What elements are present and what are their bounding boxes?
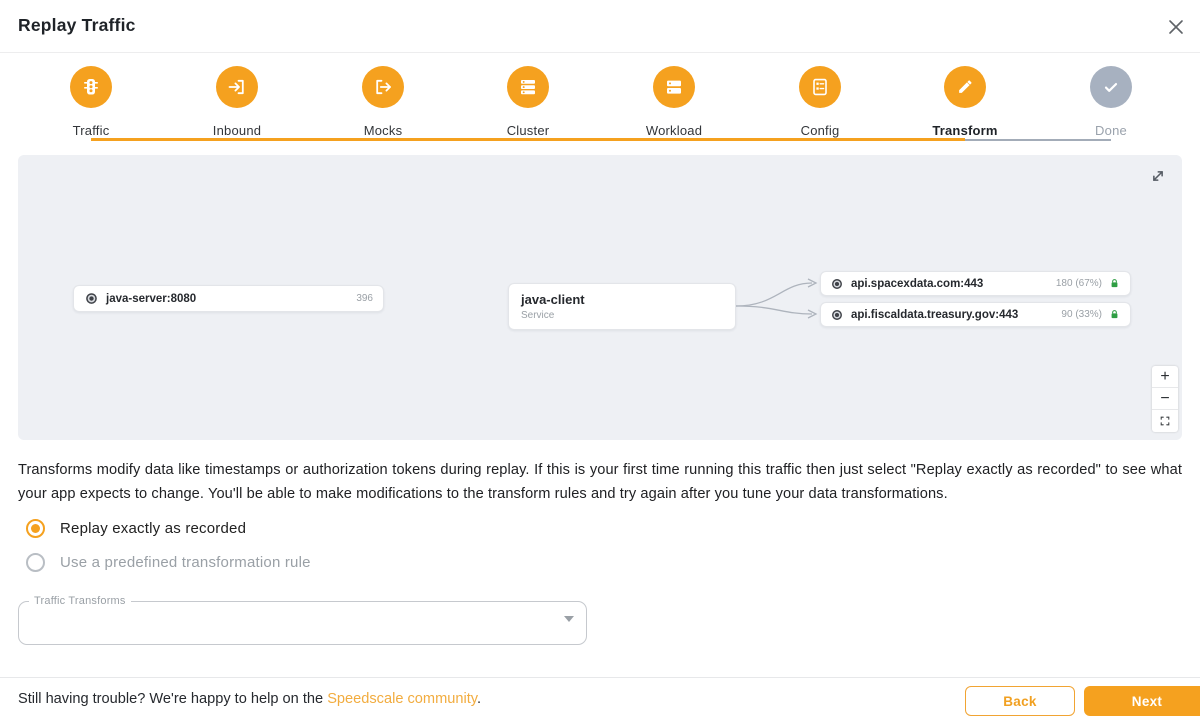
service-globe-icon <box>830 277 844 291</box>
step-label: Mocks <box>333 123 433 138</box>
lock-icon <box>1108 308 1121 321</box>
node-count: 396 <box>356 293 373 304</box>
step-workload[interactable]: Workload <box>624 66 724 138</box>
node-java-server[interactable]: java-server:8080 396 <box>73 285 384 312</box>
step-label: Traffic <box>41 123 141 138</box>
dialog-header: Replay Traffic <box>0 0 1200 53</box>
stepper-track-pending <box>965 139 1111 141</box>
step-cluster[interactable]: Cluster <box>478 66 578 138</box>
service-globe-icon <box>830 308 844 322</box>
help-text-prefix: Still having trouble? We're happy to hel… <box>18 691 327 707</box>
node-label: api.spacexdata.com:443 <box>851 278 983 290</box>
node-endpoint[interactable]: api.fiscaldata.treasury.gov:443 90 (33%) <box>820 302 1131 327</box>
step-transform[interactable]: Transform <box>915 66 1015 138</box>
sign-in-icon[interactable] <box>216 66 258 108</box>
step-label: Done <box>1061 123 1161 138</box>
step-done[interactable]: Done <box>1061 66 1161 138</box>
node-endpoint[interactable]: api.spacexdata.com:443 180 (67%) <box>820 271 1131 296</box>
stepper-track-completed <box>91 138 965 141</box>
server-stack-icon[interactable] <box>507 66 549 108</box>
service-globe-icon <box>84 291 99 306</box>
step-config[interactable]: Config <box>770 66 870 138</box>
option-label: Replay exactly as recorded <box>60 520 246 537</box>
traffic-diagram-panel[interactable]: java-server:8080 396 java-client Service… <box>18 155 1182 440</box>
node-label: java-server:8080 <box>106 293 196 305</box>
radio-selected[interactable] <box>26 519 45 538</box>
option-predefined-rule[interactable]: Use a predefined transformation rule <box>26 553 311 572</box>
step-label: Config <box>770 123 870 138</box>
node-count: 90 (33%) <box>1061 309 1102 320</box>
pencil-icon[interactable] <box>944 66 986 108</box>
storage-icon[interactable] <box>653 66 695 108</box>
step-label: Transform <box>915 123 1015 138</box>
checklist-icon[interactable] <box>799 66 841 108</box>
traffic-light-icon[interactable] <box>70 66 112 108</box>
chevron-down-icon <box>564 616 574 622</box>
back-button[interactable]: Back <box>965 686 1075 716</box>
node-title: java-client <box>521 292 585 307</box>
step-label: Workload <box>624 123 724 138</box>
traffic-transforms-select[interactable]: Traffic Transforms <box>18 601 587 645</box>
page-title: Replay Traffic <box>18 15 136 36</box>
check-icon[interactable] <box>1090 66 1132 108</box>
step-mocks[interactable]: Mocks <box>333 66 433 138</box>
step-inbound[interactable]: Inbound <box>187 66 287 138</box>
replay-traffic-dialog: Replay Traffic Traffic <box>0 0 1200 721</box>
transform-description: Transforms modify data like timestamps o… <box>18 459 1182 506</box>
step-traffic[interactable]: Traffic <box>41 66 141 138</box>
zoom-in-button[interactable]: + <box>1152 366 1178 388</box>
option-label: Use a predefined transformation rule <box>60 554 311 571</box>
diagram-zoom-controls: + − <box>1152 366 1178 432</box>
option-replay-exactly[interactable]: Replay exactly as recorded <box>26 519 246 538</box>
fit-view-icon[interactable] <box>1152 410 1178 432</box>
wizard-stepper: Traffic Inbound Mocks <box>0 53 1200 155</box>
lock-icon <box>1108 277 1121 290</box>
close-icon[interactable] <box>1164 15 1188 39</box>
expand-icon[interactable] <box>1147 165 1169 187</box>
help-text: Still having trouble? We're happy to hel… <box>18 691 481 707</box>
radio-unselected[interactable] <box>26 553 45 572</box>
speedscale-community-link[interactable]: Speedscale community <box>327 691 477 707</box>
step-label: Inbound <box>187 123 287 138</box>
node-count: 180 (67%) <box>1056 278 1102 289</box>
next-button[interactable]: Next <box>1084 686 1200 716</box>
help-text-suffix: . <box>477 691 481 707</box>
step-label: Cluster <box>478 123 578 138</box>
select-label: Traffic Transforms <box>29 595 131 607</box>
node-label: api.fiscaldata.treasury.gov:443 <box>851 309 1018 321</box>
dialog-footer: Still having trouble? We're happy to hel… <box>0 677 1200 721</box>
zoom-out-button[interactable]: − <box>1152 388 1178 410</box>
sign-out-icon[interactable] <box>362 66 404 108</box>
node-java-client[interactable]: java-client Service <box>508 283 736 330</box>
node-subtitle: Service <box>521 310 554 321</box>
